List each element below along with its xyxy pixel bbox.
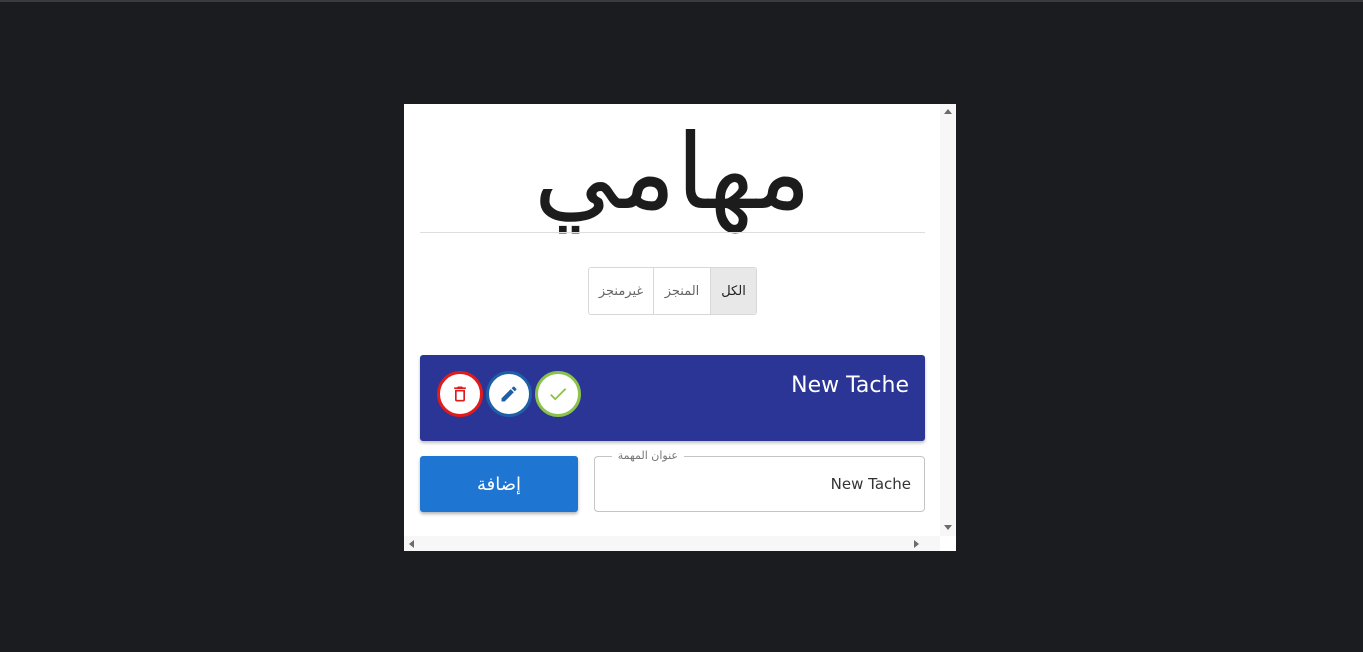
check-icon: [550, 388, 567, 401]
scroll-up-arrow-icon[interactable]: [944, 109, 952, 114]
vertical-scrollbar[interactable]: [940, 104, 956, 536]
complete-task-button[interactable]: [535, 371, 581, 417]
scroll-left-arrow-icon[interactable]: [409, 540, 414, 548]
delete-task-button[interactable]: [437, 371, 483, 417]
scroll-right-arrow-icon[interactable]: [914, 540, 919, 548]
filter-all-button[interactable]: الكل: [711, 268, 756, 314]
pencil-icon: [501, 386, 517, 402]
trash-icon: [454, 386, 466, 402]
scrollbar-corner: [940, 536, 956, 551]
edit-task-button[interactable]: [486, 371, 532, 417]
window-top-border: [0, 0, 1363, 2]
todo-card: مهامي غيرمنجز المنجز الكل New Tache إضاف…: [404, 104, 956, 551]
filter-undone-button[interactable]: غيرمنجز: [589, 268, 654, 314]
task-title-input[interactable]: [595, 457, 924, 511]
filter-done-button[interactable]: المنجز: [654, 268, 711, 314]
filter-button-group: غيرمنجز المنجز الكل: [588, 267, 757, 315]
title-divider: [420, 232, 925, 233]
horizontal-scrollbar[interactable]: [404, 536, 940, 551]
task-title: New Tache: [791, 373, 909, 398]
add-task-button[interactable]: إضافة: [420, 456, 578, 512]
scroll-down-arrow-icon[interactable]: [944, 525, 952, 530]
task-title-field: عنوان المهمة: [594, 448, 925, 512]
task-item: New Tache: [420, 355, 925, 441]
page-title: مهامي: [533, 111, 814, 233]
